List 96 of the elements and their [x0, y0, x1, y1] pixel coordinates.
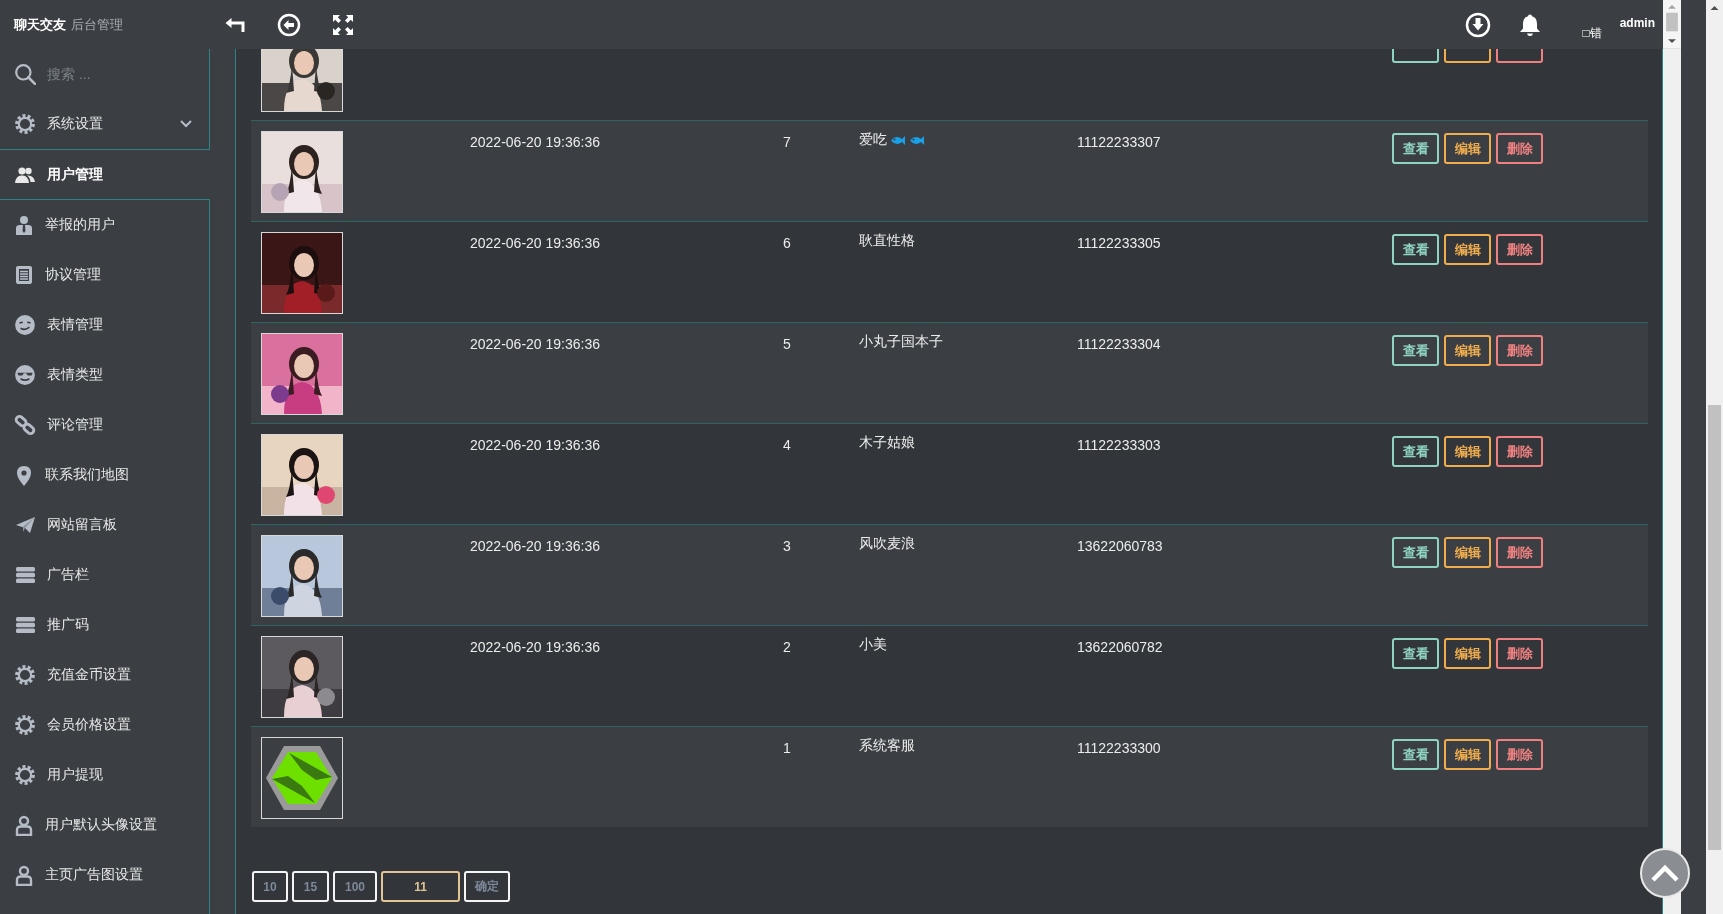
user-icon — [14, 864, 34, 886]
sidebar-item[interactable]: 评论管理 — [0, 400, 209, 450]
sidebar-item[interactable]: 用户管理 — [0, 150, 210, 199]
user-name[interactable]: admin — [1619, 16, 1655, 30]
sidebar-item[interactable]: 充值金币设置 — [0, 650, 209, 700]
smiley-icon — [14, 314, 36, 336]
edit-button[interactable]: 编辑 — [1444, 234, 1491, 265]
sidebar-item[interactable]: 会员价格设置 — [0, 700, 209, 750]
phone-number: 13622060782 — [1077, 638, 1164, 657]
sidebar-item[interactable]: 网站留言板 — [0, 500, 209, 550]
gear-icon — [14, 764, 36, 786]
phone-number: 11122233307 — [1077, 133, 1162, 152]
stack-icon — [14, 615, 36, 635]
phone-number: 11122233303 — [1077, 436, 1162, 455]
nickname: 木子姑娘 — [859, 434, 915, 452]
chevron-up-icon — [1650, 863, 1680, 883]
created-time: 2022-06-20 19:36:36 — [470, 537, 601, 556]
app-brand: 聊天交友 — [14, 15, 66, 34]
gear-icon — [14, 664, 36, 686]
sunglasses-face-icon — [14, 364, 36, 386]
expand-arrows-icon[interactable] — [332, 13, 354, 36]
users-icon — [14, 164, 36, 185]
notice-text: □错 — [1582, 25, 1602, 42]
page-size-button[interactable]: 15 — [292, 871, 329, 902]
created-time: 2022-06-20 19:36:36 — [470, 436, 601, 455]
nickname: 爱吃 — [859, 131, 887, 149]
nickname: 小丸子国本子 — [859, 333, 943, 351]
created-time: 2022-06-20 19:36:36 — [470, 234, 601, 253]
view-button[interactable]: 查看 — [1392, 133, 1439, 164]
user-id: 5 — [783, 335, 792, 354]
view-button[interactable]: 查看 — [1392, 436, 1439, 467]
sidebar-item[interactable]: 主页广告图设置 — [0, 850, 209, 900]
delete-button[interactable]: 删除 — [1496, 234, 1543, 265]
phone-number: 11122233305 — [1077, 234, 1162, 253]
delete-button[interactable]: 删除 — [1496, 638, 1543, 669]
sidebar-item[interactable]: 用户默认头像设置 — [0, 800, 209, 850]
sidebar-item[interactable]: 协议管理 — [0, 250, 209, 300]
edit-button[interactable]: 编辑 — [1444, 537, 1491, 568]
delete-button[interactable]: 删除 — [1496, 537, 1543, 568]
view-button[interactable]: 查看 — [1392, 335, 1439, 366]
gear-icon — [14, 113, 36, 135]
user-id: 7 — [783, 133, 792, 152]
phone-number: 11122233300 — [1077, 739, 1162, 758]
paper-plane-icon — [14, 515, 36, 535]
user-icon — [14, 814, 34, 836]
edit-button[interactable]: 编辑 — [1444, 739, 1491, 770]
page-input[interactable]: 11 — [381, 871, 460, 902]
nickname: 风吹麦浪 — [859, 535, 915, 553]
delete-button[interactable]: 删除 — [1496, 739, 1543, 770]
sidebar-menu[interactable]: 系统设置 — [0, 99, 209, 149]
link-icon — [14, 414, 36, 436]
view-button[interactable]: 查看 — [1392, 739, 1439, 770]
page-size-button[interactable]: 100 — [333, 871, 377, 902]
user-id: 6 — [783, 234, 792, 253]
nickname: 小美 — [859, 636, 887, 654]
edit-button[interactable]: 编辑 — [1444, 436, 1491, 467]
edit-button[interactable]: 编辑 — [1444, 133, 1491, 164]
delete-button[interactable]: 删除 — [1496, 133, 1543, 164]
user-id: 4 — [783, 436, 792, 455]
document-icon — [14, 265, 34, 285]
search-icon — [14, 63, 36, 85]
user-id: 3 — [783, 537, 792, 556]
created-time: 2022-06-20 19:36:36 — [470, 133, 601, 152]
view-button[interactable]: 查看 — [1392, 638, 1439, 669]
created-time: 2022-06-20 19:36:36 — [470, 638, 601, 657]
sidebar-item[interactable]: 用户提现 — [0, 750, 209, 800]
nickname: 系统客服 — [859, 737, 915, 755]
bell-icon[interactable] — [1519, 12, 1542, 37]
sidebar-item[interactable]: 举报的用户 — [0, 200, 209, 250]
sidebar-item[interactable]: 表情类型 — [0, 350, 209, 400]
view-button[interactable]: 查看 — [1392, 537, 1439, 568]
app-subtitle: 后台管理 — [71, 15, 123, 34]
gear-icon — [14, 714, 36, 736]
nickname: 耿直性格 — [859, 232, 915, 250]
view-button[interactable]: 查看 — [1392, 234, 1439, 265]
search-field[interactable]: 搜索 ... — [47, 66, 187, 82]
download-icon[interactable] — [1465, 11, 1492, 38]
sidebar-item[interactable]: 联系我们地图 — [0, 450, 209, 500]
sidebar-item[interactable]: 广告栏 — [0, 550, 209, 600]
phone-number: 11122233304 — [1077, 335, 1162, 354]
reply-arrow-icon[interactable] — [224, 16, 246, 33]
stack-icon — [14, 565, 36, 585]
created-time: 2022-06-20 19:36:36 — [470, 335, 601, 354]
delete-button[interactable]: 删除 — [1496, 335, 1543, 366]
user-id: 1 — [783, 739, 792, 758]
person-icon — [14, 214, 34, 236]
user-id: 2 — [783, 638, 792, 657]
edit-button[interactable]: 编辑 — [1444, 335, 1491, 366]
map-pin-icon — [14, 464, 34, 486]
sidebar-item[interactable]: 表情管理 — [0, 300, 209, 350]
edit-button[interactable]: 编辑 — [1444, 638, 1491, 669]
delete-button[interactable]: 删除 — [1496, 436, 1543, 467]
phone-number: 13622060783 — [1077, 537, 1164, 556]
confirm-button[interactable]: 确定 — [464, 871, 510, 902]
sidebar-item[interactable]: 推广码 — [0, 600, 209, 650]
page-size-button[interactable]: 10 — [252, 871, 288, 902]
